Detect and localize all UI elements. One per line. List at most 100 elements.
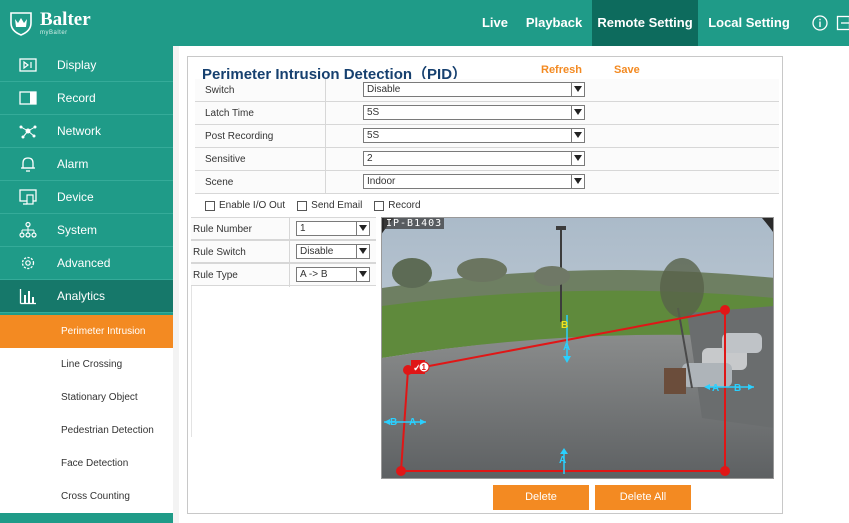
setting-label: Latch Time [205, 108, 254, 119]
device-icon [19, 189, 37, 205]
rule-type-select[interactable]: A -> B [296, 267, 370, 282]
zone-vertex[interactable] [720, 305, 730, 315]
checkbox-box[interactable] [205, 200, 215, 211]
sidebar-sub-pedestrian-detection[interactable]: Pedestrian Detection [0, 414, 173, 447]
zone-marker-a: A [712, 383, 719, 394]
rule-switch-value: Disable [300, 246, 334, 257]
rule-row-number: Rule Number 1 [191, 217, 376, 241]
rule-label: Rule Switch [193, 247, 246, 258]
delete-all-button[interactable]: Delete All [595, 485, 691, 510]
sidebar-item-system[interactable]: System [0, 214, 173, 247]
brand-logo: Balter myBalter [8, 7, 91, 39]
save-button[interactable]: Save [614, 64, 640, 76]
analytics-chart-icon [19, 289, 36, 305]
zone-marker-a: A [563, 342, 570, 353]
zone-marker-a: A [559, 455, 566, 466]
delete-button[interactable]: Delete [493, 485, 589, 510]
sidebar-item-device[interactable]: Device [0, 181, 173, 214]
nav-playback[interactable]: Playback [520, 0, 588, 46]
sidebar-item-label: System [57, 223, 98, 237]
sidebar-sub-face-detection[interactable]: Face Detection [0, 447, 173, 480]
top-bar: Balter myBalter Live Playback Remote Set… [0, 0, 849, 46]
rule-row-type: Rule Type A -> B [191, 263, 376, 287]
zone-vertex[interactable] [720, 466, 730, 476]
sidebar-item-advanced[interactable]: Advanced [0, 247, 173, 280]
chevron-down-icon [356, 222, 369, 235]
send-email-checkbox[interactable]: Send Email [297, 200, 362, 211]
scene-select[interactable]: Indoor [363, 174, 585, 189]
nav-remote-setting[interactable]: Remote Setting [592, 0, 698, 46]
brand-subtitle: myBalter [40, 29, 68, 36]
checkbox-box[interactable] [374, 200, 385, 211]
setting-label: Scene [205, 177, 234, 188]
sidebar-item-label: Advanced [57, 256, 111, 270]
record-checkbox[interactable]: Record [374, 200, 421, 211]
setting-label: Switch [205, 85, 235, 96]
switch-value: Disable [367, 84, 401, 95]
enable-io-out-checkbox[interactable]: Enable I/O Out [205, 200, 285, 211]
rule-number-select[interactable]: 1 [296, 221, 370, 236]
nav-local-setting[interactable]: Local Setting [700, 0, 798, 46]
latch-time-select[interactable]: 5S [363, 105, 585, 120]
chevron-down-icon [571, 175, 584, 188]
sidebar-sub-stationary-object[interactable]: Stationary Object [0, 381, 173, 414]
rule-type-value: A -> B [300, 269, 328, 280]
setting-row-scene: Scene Indoor [195, 171, 779, 194]
sidebar-item-alarm[interactable]: Alarm [0, 148, 173, 181]
sidebar-item-analytics[interactable]: Analytics [0, 280, 173, 313]
content-panel: Perimeter Intrusion Detection（PID） Refre… [187, 56, 783, 514]
rule-label: Rule Type [193, 270, 238, 281]
setting-row-post-recording: Post Recording 5S [195, 125, 779, 148]
advanced-gear-icon [21, 256, 35, 270]
info-icon[interactable] [812, 15, 828, 31]
setting-row-switch: Switch Disable [195, 79, 779, 102]
chevron-down-icon [571, 106, 584, 119]
rule-row-switch: Rule Switch Disable [191, 240, 376, 264]
zone-number: 1 [422, 363, 427, 372]
sidebar-item-network[interactable]: Network [0, 115, 173, 148]
sidebar-item-label: Network [57, 124, 102, 138]
chevron-down-icon [571, 129, 584, 142]
sidebar-item-label: Record [57, 91, 96, 105]
rule-number-value: 1 [300, 223, 306, 234]
sidebar-item-label: Analytics [57, 289, 106, 303]
switch-select[interactable]: Disable [363, 82, 585, 97]
checkbox-label: Send Email [311, 200, 363, 211]
zone-marker-a: A [409, 417, 416, 428]
scene-value: Indoor [367, 176, 396, 187]
sidebar-item-record[interactable]: Record [0, 82, 173, 115]
latch-time-value: 5S [367, 107, 380, 118]
camera-preview[interactable]: ✓ 1 B A A B B A A IP-B1403 [381, 217, 774, 479]
zone-marker-b: B [390, 417, 397, 428]
sensitive-value: 2 [367, 153, 373, 164]
shield-logo-icon [10, 12, 32, 36]
sidebar-item-display[interactable]: Display [0, 49, 173, 82]
post-recording-select[interactable]: 5S [363, 128, 585, 143]
setting-row-latch-time: Latch Time 5S [195, 102, 779, 125]
setting-label: Post Recording [205, 131, 274, 142]
checkbox-box[interactable] [297, 200, 308, 211]
sidebar-item-label: Display [57, 58, 97, 72]
brand-name: Balter [40, 8, 91, 30]
checkbox-label: Enable I/O Out [219, 200, 286, 211]
chevron-down-icon [571, 83, 584, 96]
sidebar: Display Record Network Alarm Device Syst… [0, 46, 173, 523]
sidebar-sub-line-crossing[interactable]: Line Crossing [0, 348, 173, 381]
camera-scene[interactable]: ✓ 1 B A A B B A A [382, 218, 774, 479]
refresh-button[interactable]: Refresh [541, 64, 582, 76]
sidebar-sub-cross-counting[interactable]: Cross Counting [0, 480, 173, 513]
setting-row-sensitive: Sensitive 2 [195, 148, 779, 171]
chevron-down-icon [356, 245, 369, 258]
rule-switch-select[interactable]: Disable [296, 244, 370, 259]
zone-marker-b: B [734, 383, 741, 394]
exit-icon[interactable] [836, 15, 849, 31]
nav-live[interactable]: Live [472, 0, 518, 46]
zone-vertex[interactable] [396, 466, 406, 476]
sidebar-item-label: Device [57, 190, 94, 204]
post-recording-value: 5S [367, 130, 380, 141]
sidebar-item-label: Alarm [57, 157, 89, 171]
system-tree-icon [19, 221, 37, 238]
sidebar-sub-perimeter-intrusion[interactable]: Perimeter Intrusion [0, 315, 173, 348]
sensitive-select[interactable]: 2 [363, 151, 585, 166]
sidebar-divider [173, 46, 179, 523]
